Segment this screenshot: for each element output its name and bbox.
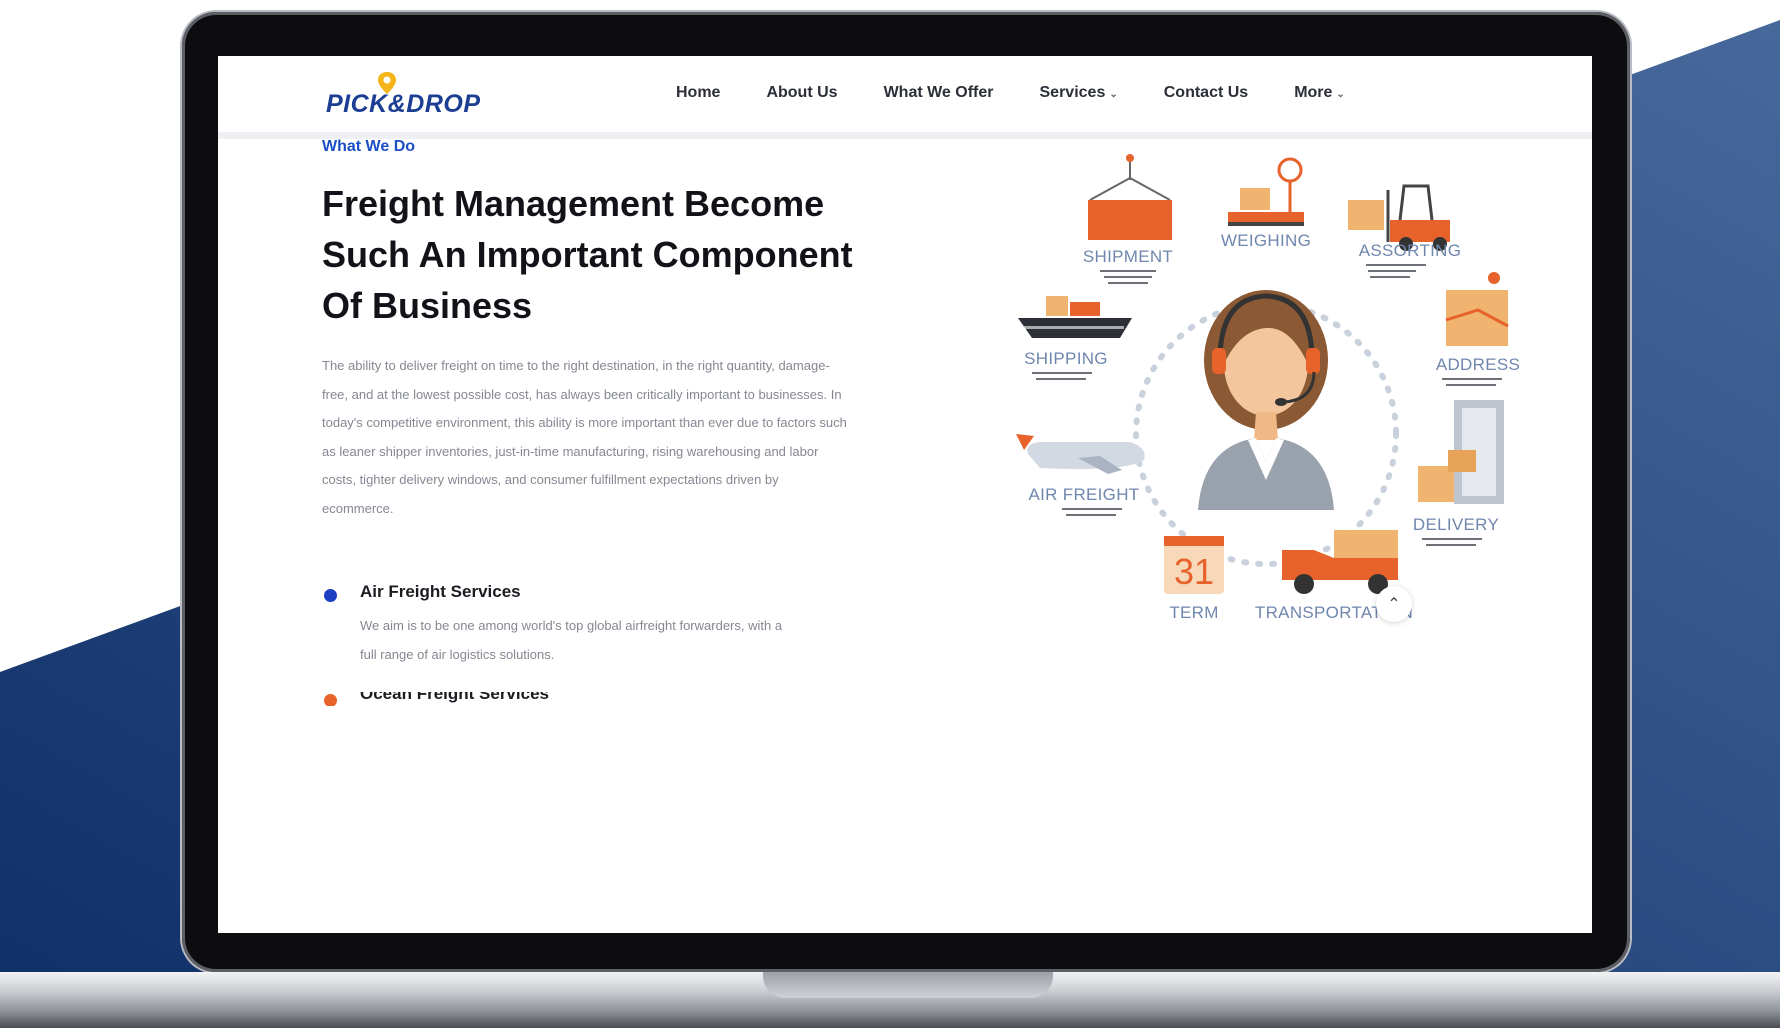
logo-text: PICK&DROP: [326, 90, 481, 118]
label-shipping: SHIPPING: [1024, 349, 1108, 368]
laptop-screen: PICK&DROP Home About Us What We Offer Se…: [218, 56, 1592, 933]
nav-about-us[interactable]: About Us: [766, 84, 837, 102]
label-shipment: SHIPMENT: [1083, 247, 1173, 266]
nav-about-us-label: About Us: [766, 84, 838, 101]
service-text: We aim is to be one among world's top gl…: [360, 618, 783, 662]
nav-contact-us[interactable]: Contact Us: [1164, 84, 1248, 102]
label-term: TERM: [1169, 603, 1218, 622]
service-item-air-freight: Air Freight Services We aim is to be one…: [322, 582, 842, 662]
delivery-door-icon: [1418, 400, 1504, 504]
label-delivery: DELIVERY: [1413, 515, 1499, 534]
nav-more[interactable]: More ⌄: [1294, 84, 1345, 102]
chevron-down-icon: ⌄: [1336, 89, 1345, 100]
chevron-up-icon: ⌃: [1387, 596, 1401, 613]
map-pin-icon: [1445, 272, 1509, 346]
label-weighing: WEIGHING: [1221, 231, 1311, 250]
navbar: PICK&DROP Home About Us What We Offer Se…: [218, 56, 1592, 139]
nav-services-label: Services: [1039, 84, 1106, 101]
laptop-notch: [763, 972, 1053, 998]
nav-services[interactable]: Services ⌄: [1040, 84, 1118, 102]
section-description: The ability to deliver freight on time t…: [322, 358, 847, 516]
service-title: Air Freight Services: [360, 582, 521, 601]
truck-icon: [1282, 530, 1398, 594]
calendar-icon: 31: [1164, 536, 1224, 594]
weighing-scale-icon: [1228, 157, 1304, 226]
service-title: Ocean Freight Services: [360, 692, 549, 703]
section-eyebrow: What We Do: [322, 138, 416, 155]
nav-home-label: Home: [676, 84, 721, 101]
nav-what-we-offer-label: What We Offer: [883, 84, 994, 101]
label-assorting: ASSORTING: [1359, 241, 1462, 260]
nav-contact-us-label: Contact Us: [1163, 84, 1249, 101]
cargo-ship-icon: [1018, 296, 1132, 338]
nav-more-label: More: [1294, 84, 1333, 101]
shipment-icon: [1088, 154, 1172, 240]
label-address: ADDRESS: [1436, 355, 1520, 374]
bullet-dot: [324, 694, 337, 706]
support-agent-figure: [1198, 290, 1334, 510]
label-air-freight: AIR FREIGHT: [1029, 485, 1140, 504]
nav-what-we-offer[interactable]: What We Offer: [884, 84, 994, 102]
main-nav: Home About Us What We Offer Services ⌄ Co…: [676, 84, 1391, 102]
freight-illustration: SHIPMENT WEIGHING ASSORTING SHIPPING ADD…: [1016, 154, 1520, 622]
nav-home[interactable]: Home: [676, 84, 720, 102]
airplane-icon: [1016, 434, 1145, 474]
chevron-down-icon: ⌄: [1109, 89, 1118, 100]
calendar-day: 31: [1174, 551, 1214, 592]
bullet-dot: [324, 589, 337, 602]
service-item-ocean-freight: Ocean Freight Services: [322, 692, 842, 706]
scroll-to-top-button[interactable]: ⌃: [1376, 586, 1412, 622]
logo-pin-icon: [378, 72, 396, 94]
